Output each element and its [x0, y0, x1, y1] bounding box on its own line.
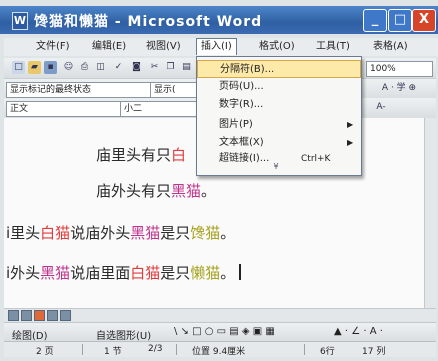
display-for-review-select[interactable]: 显示标记的最终状态: [6, 82, 151, 98]
word-window: W 馋猫和懒猫 - Microsoft Word _ □ X 文件(F) 编辑(…: [0, 0, 438, 361]
menu-item-label: 分隔符(B)...: [220, 64, 275, 75]
outline-view-icon[interactable]: [47, 310, 58, 321]
menu-view[interactable]: 视图(V): [142, 39, 185, 55]
menu-tools[interactable]: 工具(T): [312, 39, 354, 55]
insert-number-item[interactable]: 数字(R)...: [197, 96, 361, 114]
status-page: 2 页: [36, 347, 54, 357]
title-bar: W 馋猫和懒猫 - Microsoft Word _ □ X: [0, 6, 438, 34]
menu-format[interactable]: 格式(O): [255, 39, 299, 55]
vertical-scrollbar[interactable]: [424, 118, 437, 308]
doc-text-white-cat: 白猫: [130, 264, 161, 282]
doc-text: 是只: [160, 224, 191, 242]
close-button[interactable]: X: [412, 9, 436, 32]
insert-page-numbers-item[interactable]: 页码(U)...: [197, 78, 361, 96]
style-select[interactable]: 正文: [6, 101, 121, 117]
word-app-icon[interactable]: W: [12, 12, 28, 30]
doc-text: 庙外头有只: [96, 182, 172, 200]
font-size-select[interactable]: 小二: [120, 101, 199, 117]
doc-text-black-cat: 黑猫: [40, 264, 71, 282]
menu-item-label: 数字(R)...: [219, 99, 264, 110]
status-separator: [304, 344, 305, 355]
draw-menu-button[interactable]: 绘图(D): [12, 327, 48, 342]
permission-icon[interactable]: ☺: [62, 61, 75, 74]
menu-item-label: 图片(P): [219, 119, 253, 130]
window-title: 馋猫和懒猫 - Microsoft Word: [34, 14, 263, 30]
status-section: 1 节: [104, 347, 122, 357]
menu-item-shortcut: Ctrl+K: [301, 154, 331, 164]
status-page-of: 2/3: [148, 344, 163, 354]
doc-text: 说庙里面: [70, 264, 131, 282]
doc-text-lazy-cat: 懒猫: [190, 264, 221, 282]
doc-text-greedy-cat: 馋猫: [190, 224, 221, 242]
doc-line-2: 庙外头有只黑猫。: [96, 180, 216, 201]
autoshapes-button[interactable]: 自选图形(U): [96, 327, 151, 342]
copy-icon[interactable]: ❐: [164, 61, 177, 74]
shape-tools-icons[interactable]: \ ↘ □ ○ ▭ ▤ ◈ ▣ ▦: [174, 326, 275, 337]
reviewing-tools-icon[interactable]: A · 学 ⊕: [370, 82, 428, 95]
expand-menu-icon[interactable]: ¥: [267, 162, 285, 172]
maximize-button[interactable]: □: [388, 9, 412, 32]
drawing-toolbar: 绘图(D) 自选图形(U) \ ↘ □ ○ ▭ ▤ ◈ ▣ ▦ ▲ · ∠ · …: [4, 322, 436, 342]
save-icon[interactable]: ▪: [44, 61, 57, 74]
doc-text: i外头: [6, 264, 41, 282]
menu-item-label: 超链接(I)...: [219, 153, 270, 164]
insert-picture-item[interactable]: 图片(P) ▶: [197, 116, 361, 134]
doc-text-white-cat: 白猫: [40, 224, 71, 242]
doc-text-white: 白: [171, 146, 187, 164]
print-preview-icon[interactable]: ◫: [94, 61, 107, 74]
doc-text: i里头: [6, 224, 41, 242]
insert-break-item[interactable]: 分隔符(B)...: [197, 60, 361, 78]
text-cursor: [239, 264, 242, 280]
submenu-arrow-icon: ▶: [347, 120, 354, 129]
menu-table[interactable]: 表格(A): [369, 39, 412, 55]
zoom-select[interactable]: 100%: [366, 61, 433, 77]
doc-text: 说庙外头: [70, 224, 131, 242]
doc-line-1: 庙里头有只白: [96, 144, 186, 165]
doc-line-4: i外头黑猫说庙里面白猫是只懒猫。: [6, 262, 242, 283]
paste-icon[interactable]: ▤: [180, 61, 193, 74]
menu-edit[interactable]: 编辑(E): [88, 39, 130, 55]
show-menu-button[interactable]: 显示(: [150, 82, 199, 98]
spelling-icon[interactable]: ✓: [112, 61, 125, 74]
normal-view-icon[interactable]: [8, 310, 19, 321]
fill-font-color-icons[interactable]: ▲ · ∠ · A ·: [334, 326, 383, 337]
research-icon[interactable]: ◙: [130, 61, 143, 74]
doc-text-black-cat: 黑猫: [171, 182, 202, 200]
doc-text: 。: [201, 182, 217, 200]
status-bar: 2 页 1 节 2/3 位置 9.4厘米 6行 17 列: [4, 341, 436, 357]
doc-text: 庙里头有只: [96, 146, 172, 164]
status-separator: [82, 344, 83, 355]
menu-bar: 文件(F) 编辑(E) 视图(V) 插入(I) 格式(O) 工具(T) 表格(A…: [4, 38, 438, 56]
print-layout-icon[interactable]: [34, 310, 45, 321]
print-icon[interactable]: ⎙: [78, 61, 91, 74]
doc-line-3: i里头白猫说庙外头黑猫是只馋猫。: [6, 222, 235, 243]
status-separator: [176, 344, 177, 355]
status-line: 6行: [320, 347, 335, 357]
web-layout-icon[interactable]: [21, 310, 32, 321]
reading-layout-icon[interactable]: [60, 310, 71, 321]
open-icon[interactable]: ▰: [28, 61, 41, 74]
doc-text-black-cat: 黑猫: [130, 224, 161, 242]
status-column: 17 列: [362, 347, 386, 357]
minimize-button[interactable]: _: [363, 9, 387, 32]
font-color-icon[interactable]: A-: [370, 101, 392, 114]
menu-insert[interactable]: 插入(I): [196, 38, 237, 55]
cut-icon[interactable]: ✂: [148, 61, 161, 74]
doc-text: 是只: [160, 264, 191, 282]
new-icon[interactable]: □: [12, 61, 25, 74]
status-position: 位置 9.4厘米: [192, 347, 246, 357]
view-buttons-bar: [4, 308, 436, 321]
doc-text: 。: [220, 264, 236, 282]
insert-menu-dropdown: 分隔符(B)... 页码(U)... 数字(R)... 图片(P) ▶ 文本框(…: [196, 56, 362, 176]
menu-file[interactable]: 文件(F): [32, 39, 74, 55]
doc-text: 。: [220, 224, 236, 242]
menu-item-label: 页码(U)...: [219, 81, 264, 92]
